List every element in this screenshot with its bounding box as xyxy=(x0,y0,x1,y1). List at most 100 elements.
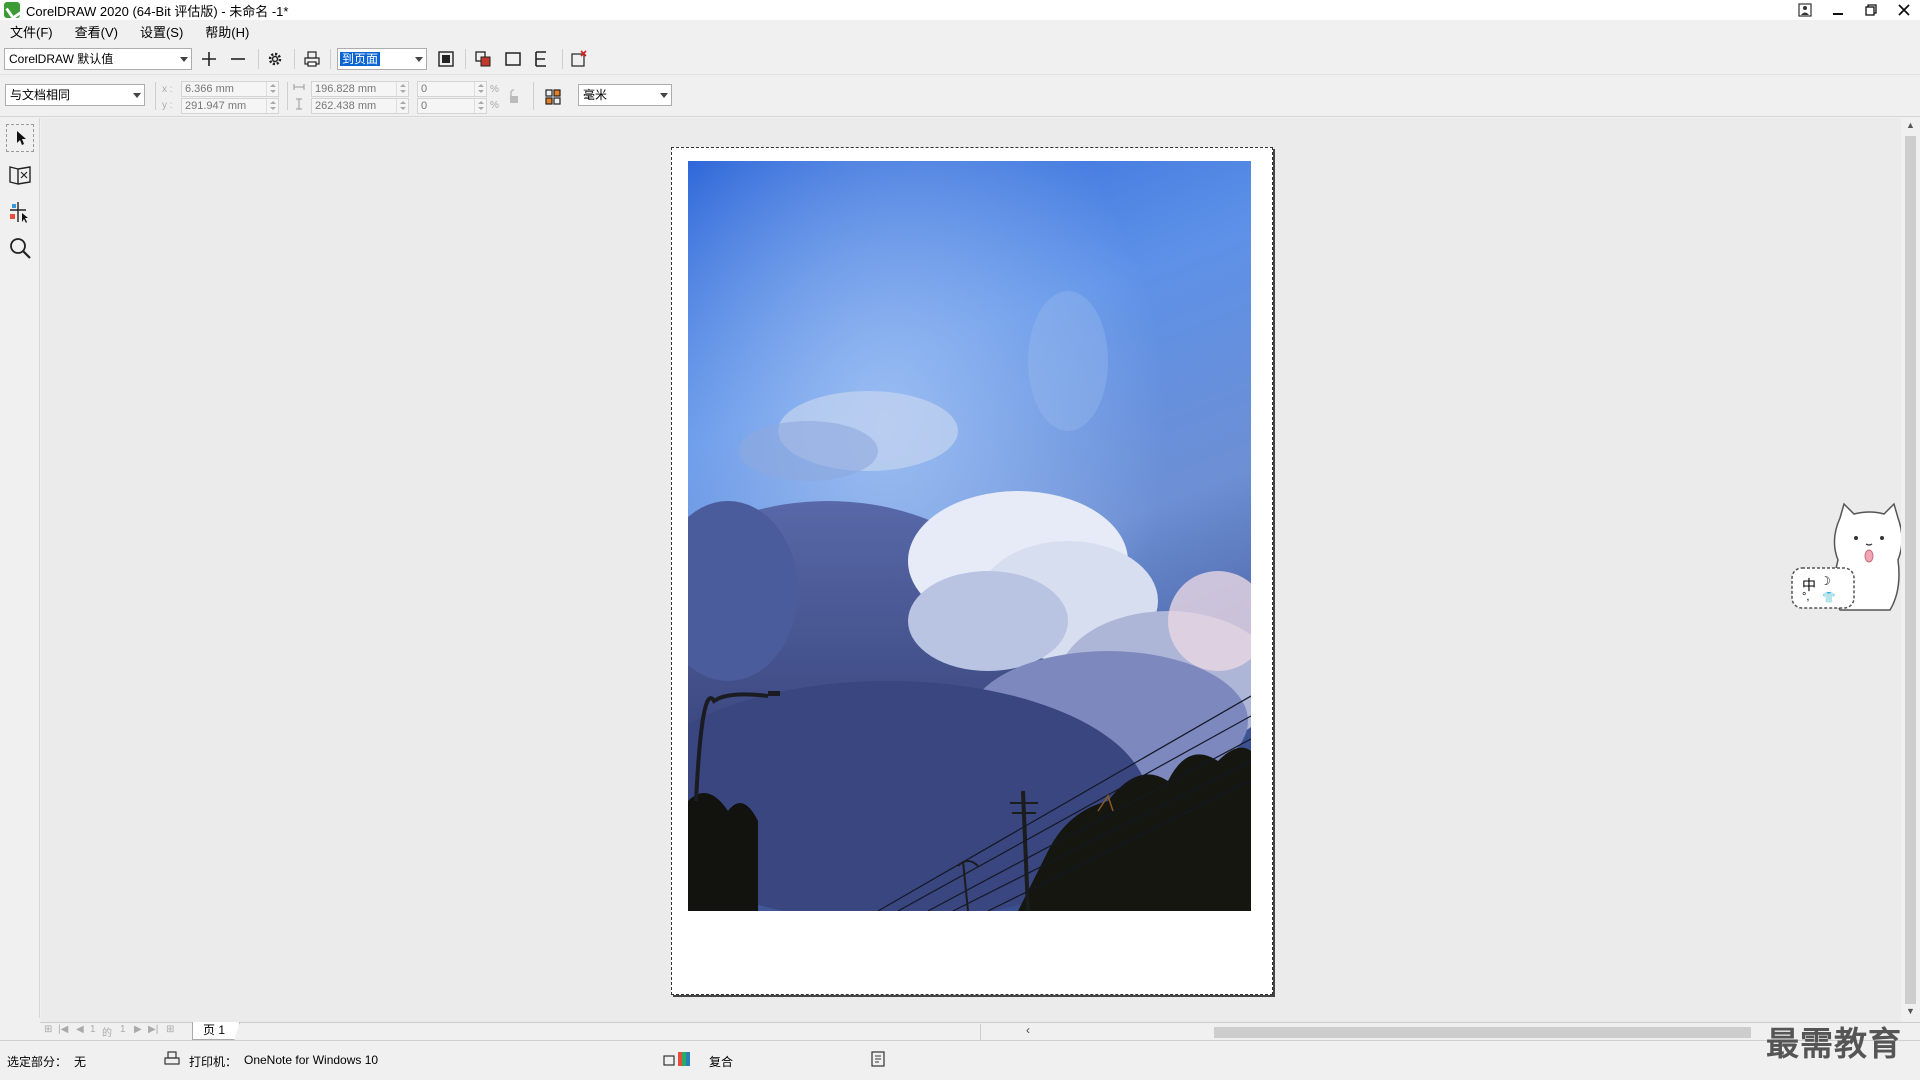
scale-x-field[interactable]: 0 xyxy=(417,81,487,97)
scale-y-field[interactable]: 0 xyxy=(417,98,487,114)
ime-punctuation-icon: °, xyxy=(1802,591,1810,603)
add-page-after-icon[interactable]: ⊞ xyxy=(166,1024,174,1035)
menu-help[interactable]: 帮助(H) xyxy=(205,22,249,41)
title-bar: CorelDRAW 2020 (64-Bit 评估版) - 未命名 -1* xyxy=(0,0,1920,20)
toolbar-separator xyxy=(155,82,156,110)
toolbar-separator xyxy=(258,49,259,69)
selection-value: 无 xyxy=(74,1055,87,1069)
alignment-tool-icon[interactable] xyxy=(6,198,34,226)
menu-settings[interactable]: 设置(S) xyxy=(140,22,183,41)
print-icon[interactable] xyxy=(300,47,324,71)
last-page-icon[interactable]: ▶| xyxy=(148,1024,158,1035)
add-page-before-icon[interactable]: ⊞ xyxy=(44,1024,52,1035)
help-window-icon[interactable] xyxy=(1788,0,1821,20)
minimize-button[interactable] xyxy=(1821,0,1854,20)
zoom-dropdown[interactable]: 到页面 xyxy=(337,48,427,70)
window-controls xyxy=(1788,0,1920,20)
property-bar: 与文档相同 x : y : 6.366 mm 291.947 mm 196.82… xyxy=(0,76,1920,117)
spin-icon[interactable] xyxy=(474,82,486,96)
watermark-text: 最需教育 xyxy=(1766,1024,1902,1063)
toolbar-separator xyxy=(287,82,288,110)
toolbar-separator xyxy=(330,49,331,69)
zoom-tool-icon[interactable] xyxy=(6,234,34,262)
scroll-down-icon[interactable]: ▼ xyxy=(1901,1006,1920,1016)
percent-x-label: % xyxy=(490,84,499,95)
ime-moon-icon: ☽ xyxy=(1820,574,1831,588)
zoom-value: 到页面 xyxy=(340,52,381,66)
height-value: 262.438 mm xyxy=(315,100,377,112)
page-size-dropdown[interactable]: 与文档相同 xyxy=(5,84,145,106)
toolbar-separator xyxy=(533,82,534,110)
document-info-icon[interactable] xyxy=(870,1050,886,1071)
preset-value: CorelDRAW 默认值 xyxy=(9,52,114,66)
total-pages: 1 xyxy=(120,1024,126,1035)
percent-y-label: % xyxy=(490,100,499,111)
menu-file[interactable]: 文件(F) xyxy=(10,22,53,41)
vertical-scroll-thumb[interactable] xyxy=(1905,136,1916,1004)
color-mode-icon[interactable] xyxy=(662,1050,698,1071)
width-value: 196.828 mm xyxy=(315,83,377,95)
first-page-icon[interactable]: |◀ xyxy=(58,1024,68,1035)
scroll-left-icon[interactable]: ‹ xyxy=(1026,1023,1030,1037)
chevron-down-icon xyxy=(660,93,668,98)
units-dropdown[interactable]: 毫米 xyxy=(578,84,672,106)
printer-label: 打印机： xyxy=(189,1055,238,1069)
printer-icon xyxy=(163,1050,181,1071)
page-tab-label: 页 1 xyxy=(203,1023,226,1037)
window-title: CorelDRAW 2020 (64-Bit 评估版) - 未命名 -1* xyxy=(26,3,289,19)
horizontal-scroll-thumb[interactable] xyxy=(1214,1027,1751,1038)
zoom-objects-icon[interactable] xyxy=(471,47,495,71)
edit-icon[interactable] xyxy=(529,47,553,71)
printer-value[interactable]: OneNote for Windows 10 xyxy=(244,1053,378,1067)
y-label: y : xyxy=(162,100,173,111)
color-mode-label: 复合 xyxy=(709,1055,734,1069)
width-icon xyxy=(291,80,307,94)
toolbar-separator xyxy=(465,49,466,69)
lock-ratio-icon[interactable] xyxy=(505,86,523,106)
close-preview-icon[interactable] xyxy=(567,47,591,71)
full-screen-icon[interactable] xyxy=(501,47,525,71)
y-position-field[interactable]: 291.947 mm xyxy=(181,98,279,114)
chevron-down-icon xyxy=(180,57,188,62)
selection-label: 选定部分： xyxy=(7,1055,68,1069)
standard-toolbar: CorelDRAW 默认值 到页面 xyxy=(0,43,1920,75)
page-size-value: 与文档相同 xyxy=(10,88,71,102)
menu-view[interactable]: 查看(V) xyxy=(75,22,118,41)
coreldraw-app-icon xyxy=(4,2,20,18)
spin-icon[interactable] xyxy=(266,99,278,113)
page-navigator: ⊞ |◀ ◀ 1 的 1 ▶ ▶| ⊞ 页 1 ‹ xyxy=(40,1022,1920,1040)
gear-icon[interactable] xyxy=(263,47,287,71)
toolbox xyxy=(0,118,40,1018)
page-of-label: 的 xyxy=(102,1028,112,1039)
spin-icon[interactable] xyxy=(396,82,408,96)
restore-button[interactable] xyxy=(1854,0,1887,20)
height-field[interactable]: 262.438 mm xyxy=(311,98,409,114)
add-icon[interactable] xyxy=(197,47,221,71)
pick-tool-icon[interactable] xyxy=(6,124,34,152)
chevron-down-icon xyxy=(415,57,423,62)
tile-icon[interactable] xyxy=(541,85,565,109)
next-page-icon[interactable]: ▶ xyxy=(134,1024,142,1035)
page-tab-1[interactable]: 页 1 xyxy=(192,1022,241,1040)
chevron-down-icon xyxy=(133,93,141,98)
x-position-field[interactable]: 6.366 mm xyxy=(181,81,279,97)
y-position-value: 291.947 mm xyxy=(185,100,247,112)
width-field[interactable]: 196.828 mm xyxy=(311,81,409,97)
status-bar: 选定部分： 无 打印机： OneNote for Windows 10 复合 xyxy=(0,1040,1920,1080)
close-button[interactable] xyxy=(1887,0,1920,20)
scale-y-value: 0 xyxy=(421,100,428,112)
remove-icon[interactable] xyxy=(226,47,250,71)
vertical-scrollbar[interactable]: ▲ ▼ xyxy=(1901,118,1920,1022)
sky-photo-image[interactable] xyxy=(688,161,1251,911)
spin-icon[interactable] xyxy=(266,82,278,96)
preset-dropdown[interactable]: CorelDRAW 默认值 xyxy=(4,48,192,70)
spin-icon[interactable] xyxy=(396,99,408,113)
zoom-to-fit-icon[interactable] xyxy=(434,47,458,71)
x-label: x : xyxy=(162,84,173,95)
page-layout-tool-icon[interactable] xyxy=(6,161,34,189)
scroll-up-icon[interactable]: ▲ xyxy=(1901,120,1920,130)
toolbar-separator xyxy=(294,49,295,69)
previous-page-icon[interactable]: ◀ xyxy=(76,1024,84,1035)
spin-icon[interactable] xyxy=(474,99,486,113)
x-position-value: 6.366 mm xyxy=(185,83,234,95)
